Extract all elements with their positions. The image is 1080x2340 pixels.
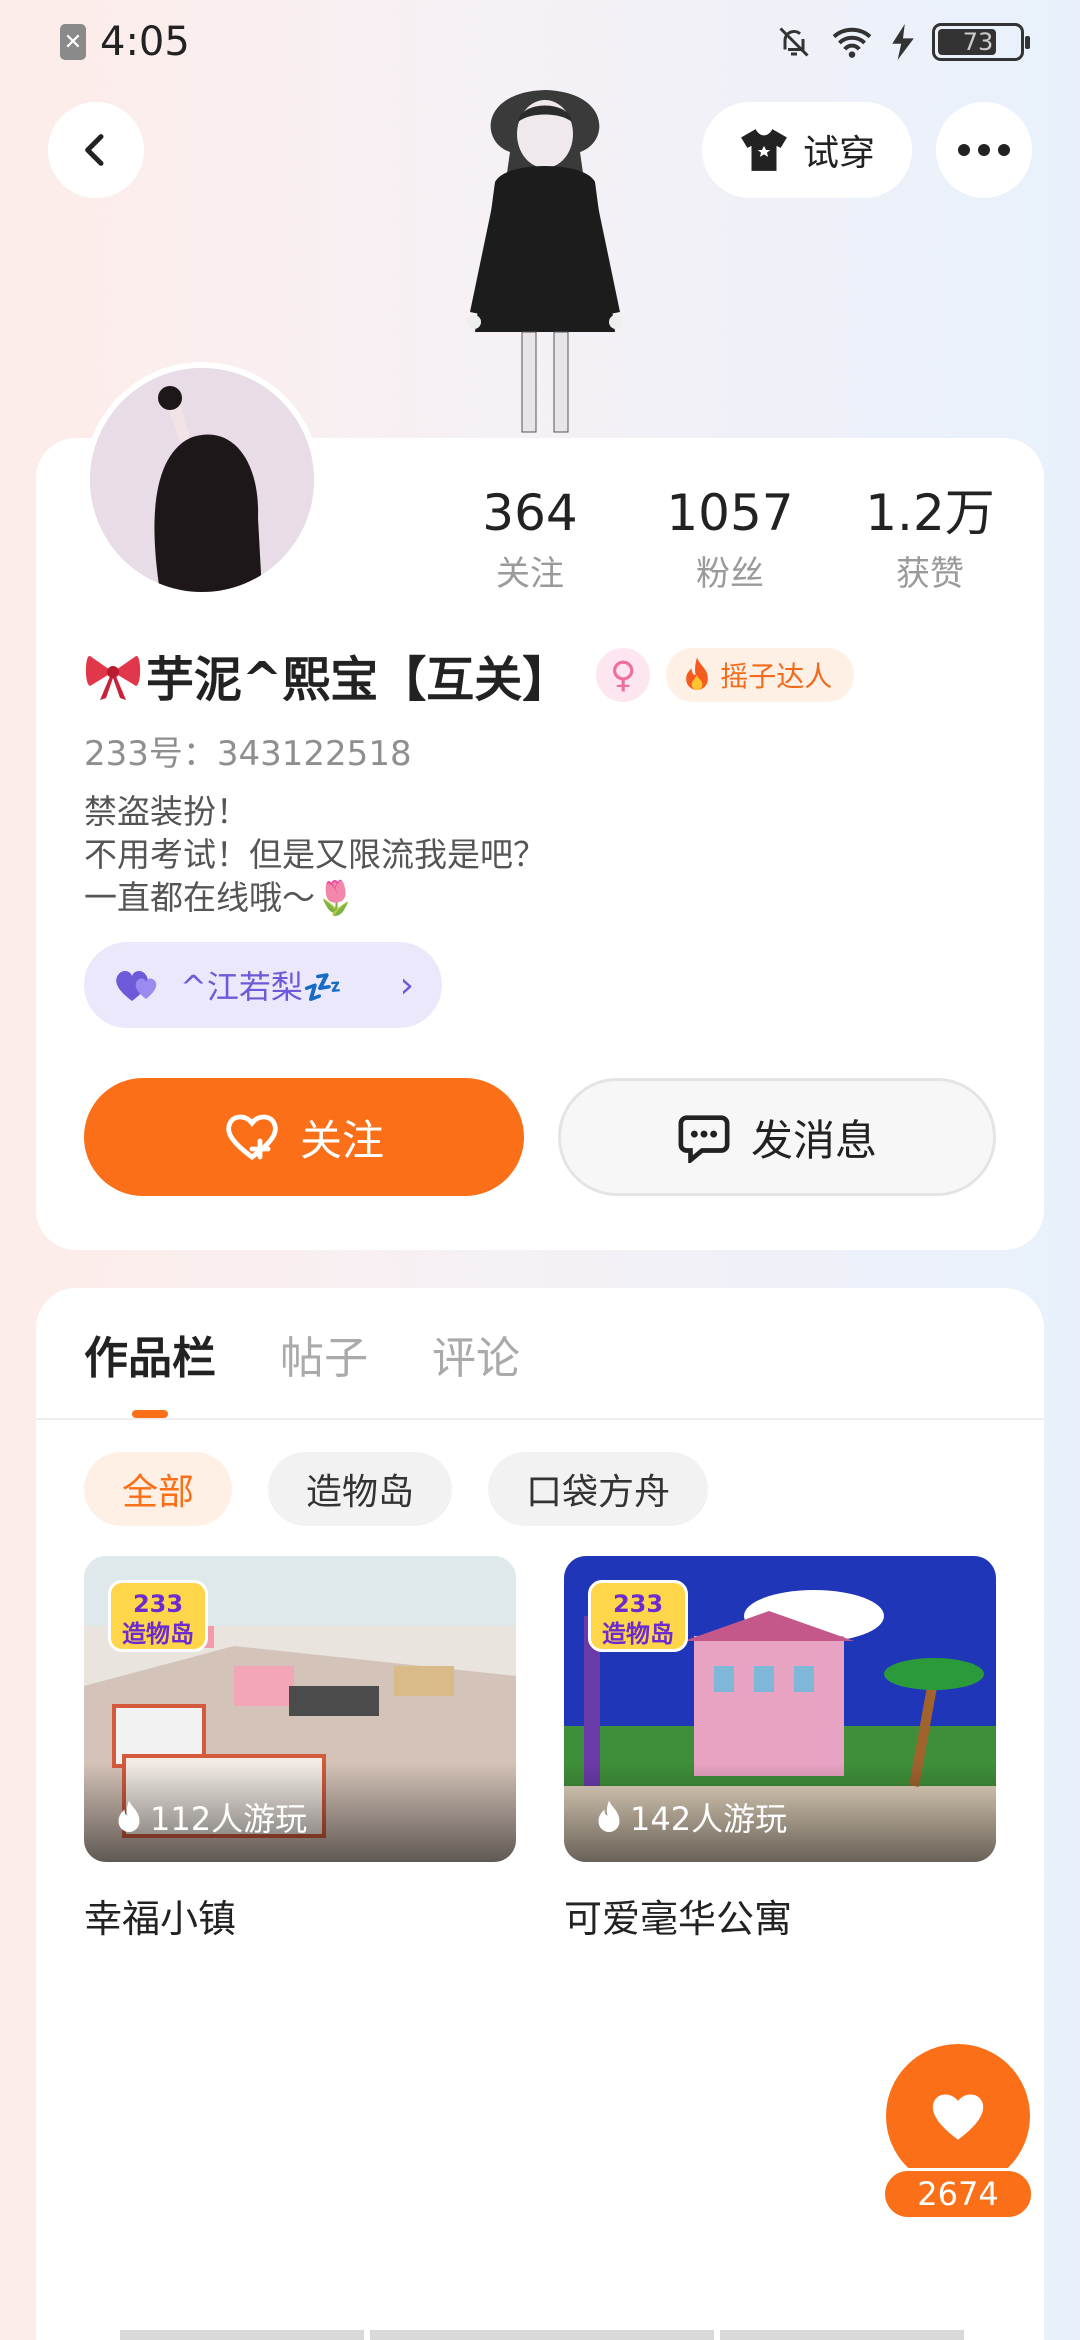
game-logo-bottom: 造物岛 (122, 1620, 194, 1648)
play-count-label: 112人游玩 (150, 1800, 308, 1838)
filter-chips: 全部 造物岛 口袋方舟 (84, 1452, 709, 1526)
back-arrow-icon (85, 134, 104, 166)
status-right: 73 (776, 23, 1030, 61)
message-label: 发消息 (750, 1115, 877, 1165)
mute-bell-icon (779, 27, 809, 57)
charging-icon (892, 24, 914, 60)
game-title: 幸福小镇 (84, 1897, 237, 1941)
tabs-divider (36, 1418, 1044, 1420)
battery-level: 73 (962, 28, 994, 56)
message-button[interactable]: 发消息 (558, 1078, 996, 1196)
title-badge-label: 摇子达人 (720, 660, 833, 693)
more-dots-icon (958, 144, 1010, 156)
back-button[interactable] (48, 102, 144, 198)
filter-all[interactable]: 全部 (84, 1452, 233, 1526)
play-count: 112人游玩 (114, 1794, 307, 1840)
game-logo-bottom: 造物岛 (602, 1620, 674, 1648)
best-friend-chip[interactable]: ^江若梨💤 › (84, 942, 442, 1028)
avatar[interactable] (84, 362, 320, 598)
scroll-indicator (120, 2330, 964, 2340)
fire-icon (686, 657, 709, 690)
play-count-label: 142人游玩 (630, 1800, 788, 1838)
stat-value: 1.2万 (865, 484, 995, 542)
flame-icon (598, 1800, 620, 1832)
scroll-segment (720, 2330, 964, 2340)
stat-value: 1057 (666, 484, 794, 542)
stat-following[interactable]: 364 关注 (430, 484, 630, 595)
user-id[interactable]: 233号：343122518 (84, 726, 412, 775)
heart-icon (932, 2094, 984, 2140)
gender-female-badge: ♀ (596, 648, 651, 702)
battery-icon: 73 (932, 23, 1030, 61)
like-fab-button[interactable] (886, 2044, 1030, 2188)
tab-posts[interactable]: 帖子 (280, 1322, 368, 1386)
try-on-button[interactable]: 试穿 (702, 102, 912, 198)
game-thumbnail: 233 造物岛 142人游玩 (564, 1556, 996, 1862)
game-logo-top: 233 (612, 1590, 664, 1618)
game-logo: 233 造物岛 (108, 1580, 208, 1652)
bio-line: 禁盗装扮！ (84, 792, 249, 831)
follow-button[interactable]: 关注 (84, 1078, 524, 1196)
flame-icon (118, 1800, 140, 1832)
tab-indicator (132, 1410, 168, 1418)
status-bar: ✕ 4:05 73 (0, 0, 1080, 84)
stat-fans[interactable]: 1057 粉丝 (630, 484, 830, 595)
scroll-segment (370, 2330, 714, 2340)
bio-line: 一直都在线哦～🌷 (84, 878, 357, 917)
stat-label: 获赞 (896, 554, 964, 594)
heart-plus-icon (226, 1114, 278, 1160)
tshirt-icon (741, 129, 787, 171)
chevron-right-icon: › (399, 964, 414, 1006)
like-count: 2674 (882, 2168, 1034, 2220)
game-card[interactable]: 233 造物岛 142人游玩 可爱毫华公寓 (564, 1556, 996, 1943)
scroll-segment (120, 2330, 364, 2340)
bow-icon (85, 655, 141, 700)
tab-works[interactable]: 作品栏 (84, 1322, 216, 1386)
stat-label: 粉丝 (696, 554, 764, 594)
avatar-image (90, 368, 314, 592)
game-thumbnail: 233 造物岛 112人游玩 (84, 1556, 516, 1862)
double-heart-icon (116, 970, 157, 1001)
stat-value: 364 (482, 484, 578, 542)
bio: 禁盗装扮！ 不用考试！但是又限流我是吧？ 一直都在线哦～🌷 (84, 790, 546, 919)
stat-label: 关注 (496, 554, 564, 594)
name-row: 芋泥^熙宝【互关】 ♀ 摇子达人 (84, 644, 855, 708)
game-logo: 233 造物岛 (588, 1580, 688, 1652)
game-title: 可爱毫华公寓 (564, 1897, 793, 1941)
bio-line: 不用考试！但是又限流我是吧？ (84, 835, 546, 874)
filter-creation-island[interactable]: 造物岛 (268, 1452, 453, 1526)
game-card[interactable]: 233 造物岛 112人游玩 幸福小镇 (84, 1556, 516, 1943)
play-count: 142人游玩 (594, 1794, 787, 1840)
stat-likes[interactable]: 1.2万 获赞 (830, 484, 1030, 595)
title-badge[interactable]: 摇子达人 (666, 648, 855, 702)
tab-comments[interactable]: 评论 (432, 1322, 520, 1386)
more-button[interactable] (936, 102, 1032, 198)
wifi-icon (832, 27, 872, 58)
stats-row: 364 关注 1057 粉丝 1.2万 获赞 (430, 484, 1030, 595)
chat-bubble-icon (678, 1115, 730, 1163)
game-logo-top: 233 (132, 1590, 184, 1618)
filter-pocket-ark[interactable]: 口袋方舟 (488, 1452, 709, 1526)
friend-name: ^江若梨💤 (180, 968, 343, 1006)
content-tabs: 作品栏 帖子 评论 (84, 1322, 520, 1386)
no-sim-icon: ✕ (60, 24, 86, 60)
avatar-3d-figure[interactable] (440, 82, 650, 442)
try-on-label: 试穿 (802, 133, 875, 174)
username: 芋泥^熙宝【互关】 (146, 652, 571, 708)
follow-label: 关注 (299, 1115, 384, 1165)
status-left: ✕ 4:05 (60, 19, 190, 65)
status-time: 4:05 (100, 19, 190, 65)
